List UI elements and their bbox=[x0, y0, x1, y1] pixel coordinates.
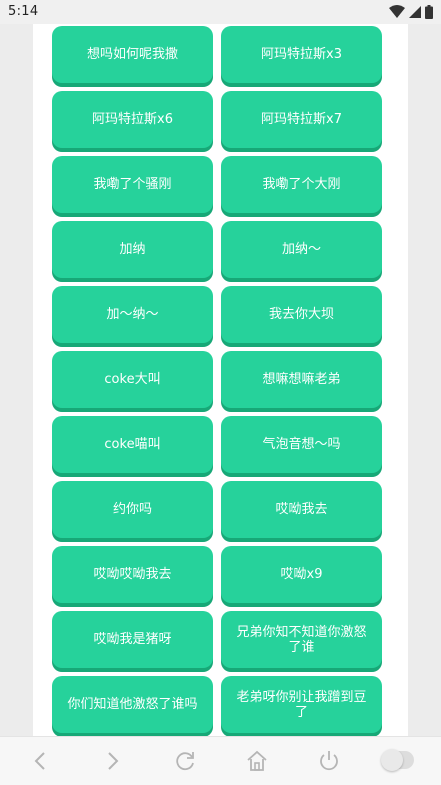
sound-button[interactable]: 我去你大坝 bbox=[221, 286, 382, 343]
sound-button[interactable]: 哎呦x9 bbox=[221, 546, 382, 603]
sound-button[interactable]: 你们知道他激怒了谁吗 bbox=[52, 676, 213, 733]
sound-button[interactable]: 哎呦我是猪呀 bbox=[52, 611, 213, 668]
sound-button[interactable]: 想嘛想嘛老弟 bbox=[221, 351, 382, 408]
sound-button[interactable]: 哎呦哎呦我去 bbox=[52, 546, 213, 603]
sound-button[interactable]: 加纳～ bbox=[221, 221, 382, 278]
sound-button[interactable]: 兄弟你知不知道你激怒了谁 bbox=[221, 611, 382, 668]
side-margin-left bbox=[0, 24, 33, 736]
sound-button[interactable]: 加纳 bbox=[52, 221, 213, 278]
wifi-icon bbox=[389, 5, 405, 19]
power-icon[interactable] bbox=[317, 749, 341, 773]
toggle-switch[interactable] bbox=[381, 749, 414, 771]
sound-button[interactable]: 我嘞了个骚刚 bbox=[52, 156, 213, 213]
sound-button-grid: 想吗如何呢我撒 阿玛特拉斯x3 阿玛特拉斯x6 阿玛特拉斯x7 我嘞了个骚刚 我… bbox=[52, 26, 382, 733]
home-icon[interactable] bbox=[245, 749, 269, 773]
battery-icon bbox=[425, 5, 433, 19]
sound-button[interactable]: 想吗如何呢我撒 bbox=[52, 26, 213, 83]
sound-button[interactable]: 加～纳～ bbox=[52, 286, 213, 343]
sound-button[interactable]: 老弟呀你别让我蹭到豆了 bbox=[221, 676, 382, 733]
refresh-icon[interactable] bbox=[173, 749, 197, 773]
sound-button[interactable]: coke喵叫 bbox=[52, 416, 213, 473]
browser-toolbar bbox=[0, 736, 441, 785]
sound-button[interactable]: 阿玛特拉斯x7 bbox=[221, 91, 382, 148]
sound-button[interactable]: 约你吗 bbox=[52, 481, 213, 538]
sound-board-panel: 想吗如何呢我撒 阿玛特拉斯x3 阿玛特拉斯x6 阿玛特拉斯x7 我嘞了个骚刚 我… bbox=[33, 24, 408, 736]
back-icon[interactable] bbox=[29, 749, 53, 773]
sound-button[interactable]: 哎呦我去 bbox=[221, 481, 382, 538]
status-time: 5:14 bbox=[8, 4, 39, 19]
signal-icon bbox=[409, 5, 421, 19]
sound-button[interactable]: coke大叫 bbox=[52, 351, 213, 408]
sound-button[interactable]: 阿玛特拉斯x3 bbox=[221, 26, 382, 83]
sound-button[interactable]: 阿玛特拉斯x6 bbox=[52, 91, 213, 148]
sound-button[interactable]: 气泡音想～吗 bbox=[221, 416, 382, 473]
forward-icon[interactable] bbox=[100, 749, 124, 773]
status-bar: 5:14 bbox=[0, 0, 441, 24]
toggle-knob bbox=[381, 749, 403, 771]
sound-button[interactable]: 我嘞了个大刚 bbox=[221, 156, 382, 213]
status-icons bbox=[389, 5, 433, 19]
side-margin-right bbox=[408, 24, 441, 736]
